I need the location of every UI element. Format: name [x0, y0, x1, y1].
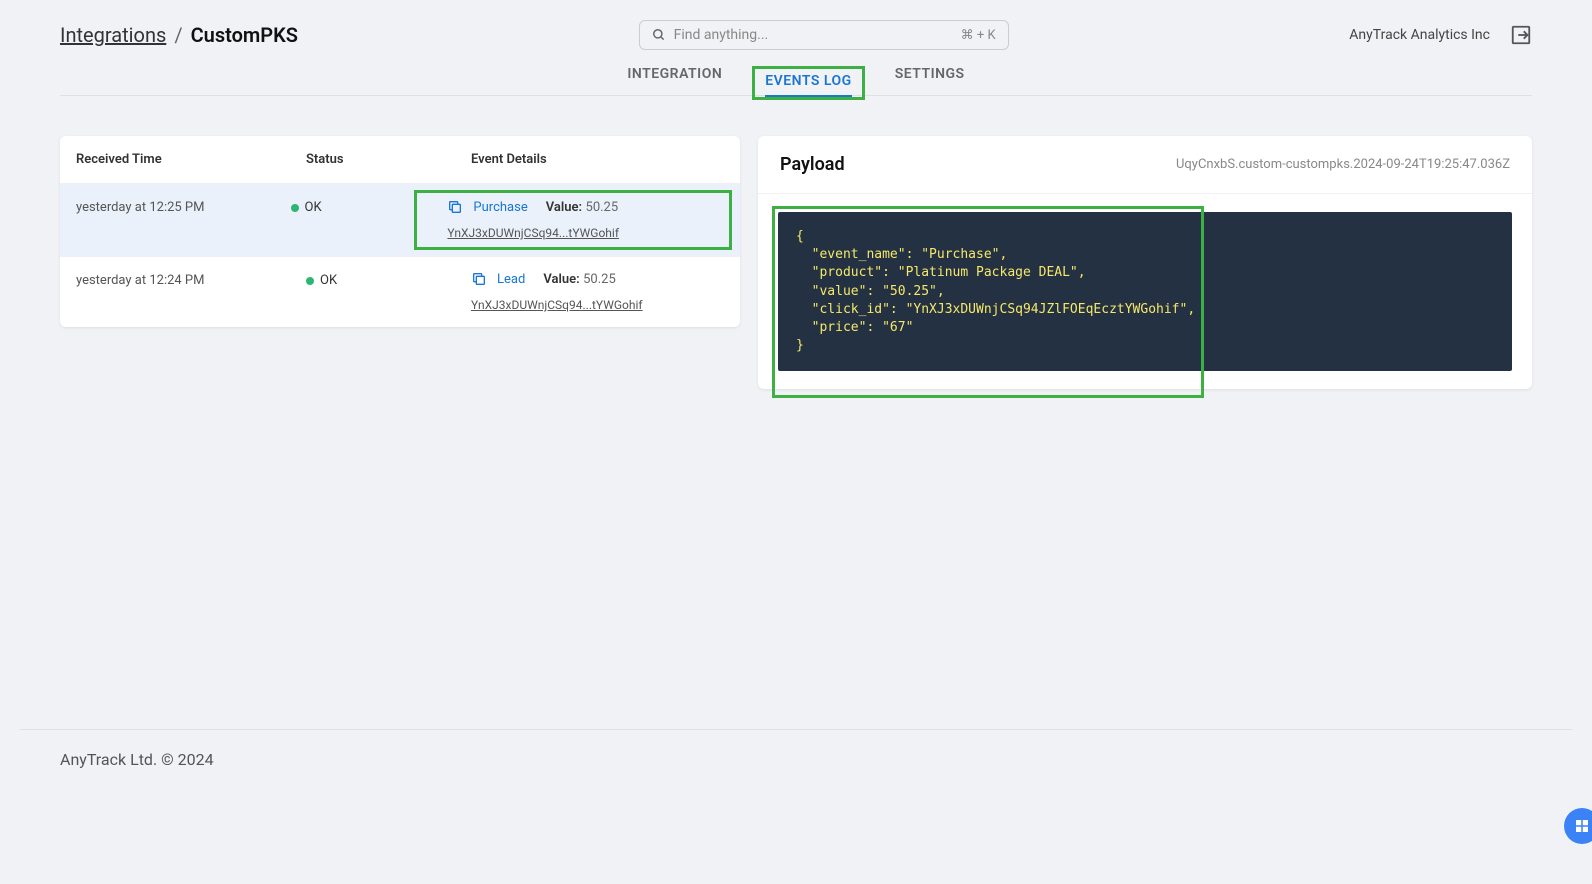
exit-icon[interactable] — [1510, 24, 1532, 46]
status-text: OK — [320, 273, 337, 288]
breadcrumb-separator: / — [174, 23, 182, 47]
tab-settings[interactable]: SETTINGS — [895, 66, 965, 96]
col-header-status: Status — [306, 152, 471, 167]
payload-code: { "event_name": "Purchase", "product": "… — [778, 212, 1512, 371]
tab-events-log[interactable]: EVENTS LOG — [765, 73, 851, 97]
cell-time: yesterday at 12:25 PM — [76, 198, 291, 242]
table-row[interactable]: yesterday at 12:24 PM OK Lead Value: — [60, 256, 740, 327]
event-name: Purchase — [473, 200, 527, 215]
cell-status: OK — [306, 271, 471, 313]
status-text: OK — [305, 200, 322, 215]
payload-id: UqyCnxbS.custom-custompks.2024-09-24T19:… — [1176, 157, 1510, 172]
content: Received Time Status Event Details yeste… — [60, 96, 1532, 389]
tab-integration[interactable]: INTEGRATION — [627, 66, 722, 96]
click-id-link[interactable]: YnXJ3xDUWnjCSq94...tYWGohif — [447, 226, 619, 240]
cell-details: Lead Value: 50.25 YnXJ3xDUWnjCSq94...tYW… — [471, 271, 724, 313]
payload-header: Payload UqyCnxbS.custom-custompks.2024-0… — [758, 136, 1532, 194]
details-highlight: Purchase Value: 50.25 YnXJ3xDUWnjCSq94..… — [414, 190, 732, 250]
search-placeholder: Find anything... — [674, 27, 961, 43]
details-inner: Lead Value: 50.25 YnXJ3xDUWnjCSq94...tYW… — [471, 271, 643, 313]
col-header-time: Received Time — [76, 152, 306, 167]
chat-widget-icon[interactable] — [1564, 808, 1592, 844]
copy-icon[interactable] — [471, 271, 487, 287]
search-icon — [652, 28, 666, 42]
col-header-details: Event Details — [471, 152, 724, 167]
search-input[interactable]: Find anything... ⌘ + K — [639, 20, 1009, 50]
value-label: Value: — [546, 200, 582, 215]
event-row: Purchase Value: 50.25 — [447, 199, 619, 215]
value-label: Value: — [543, 272, 579, 287]
status-dot-icon — [291, 204, 299, 212]
breadcrumb-root-link[interactable]: Integrations — [60, 23, 166, 47]
payload-title: Payload — [780, 154, 845, 175]
payload-body: { "event_name": "Purchase", "product": "… — [758, 194, 1532, 389]
click-id-link[interactable]: YnXJ3xDUWnjCSq94...tYWGohif — [471, 298, 643, 312]
event-row: Lead Value: 50.25 — [471, 271, 643, 287]
event-name: Lead — [497, 272, 525, 287]
table-header: Received Time Status Event Details — [60, 136, 740, 183]
company-name[interactable]: AnyTrack Analytics Inc — [1349, 27, 1490, 43]
header: Integrations / CustomPKS Find anything..… — [60, 0, 1532, 60]
copy-icon[interactable] — [447, 199, 463, 215]
search-shortcut: ⌘ + K — [961, 28, 996, 43]
events-table: Received Time Status Event Details yeste… — [60, 136, 740, 327]
details-inner: Purchase Value: 50.25 YnXJ3xDUWnjCSq94..… — [447, 199, 619, 241]
header-right: AnyTrack Analytics Inc — [1349, 24, 1532, 46]
footer: AnyTrack Ltd. © 2024 — [60, 730, 1532, 789]
cell-time: yesterday at 12:24 PM — [76, 271, 306, 313]
value-number: 50.25 — [586, 200, 619, 215]
table-row[interactable]: yesterday at 12:25 PM OK Purchase — [60, 183, 740, 256]
payload-panel: Payload UqyCnxbS.custom-custompks.2024-0… — [758, 136, 1532, 389]
status-dot-icon — [306, 277, 314, 285]
tab-highlight: EVENTS LOG — [752, 66, 864, 100]
breadcrumb-current: CustomPKS — [191, 23, 298, 47]
value-number: 50.25 — [583, 272, 616, 287]
tabs: INTEGRATION EVENTS LOG SETTINGS — [60, 60, 1532, 96]
breadcrumb: Integrations / CustomPKS — [60, 23, 298, 47]
cell-details: Purchase Value: 50.25 YnXJ3xDUWnjCSq94..… — [444, 198, 724, 242]
